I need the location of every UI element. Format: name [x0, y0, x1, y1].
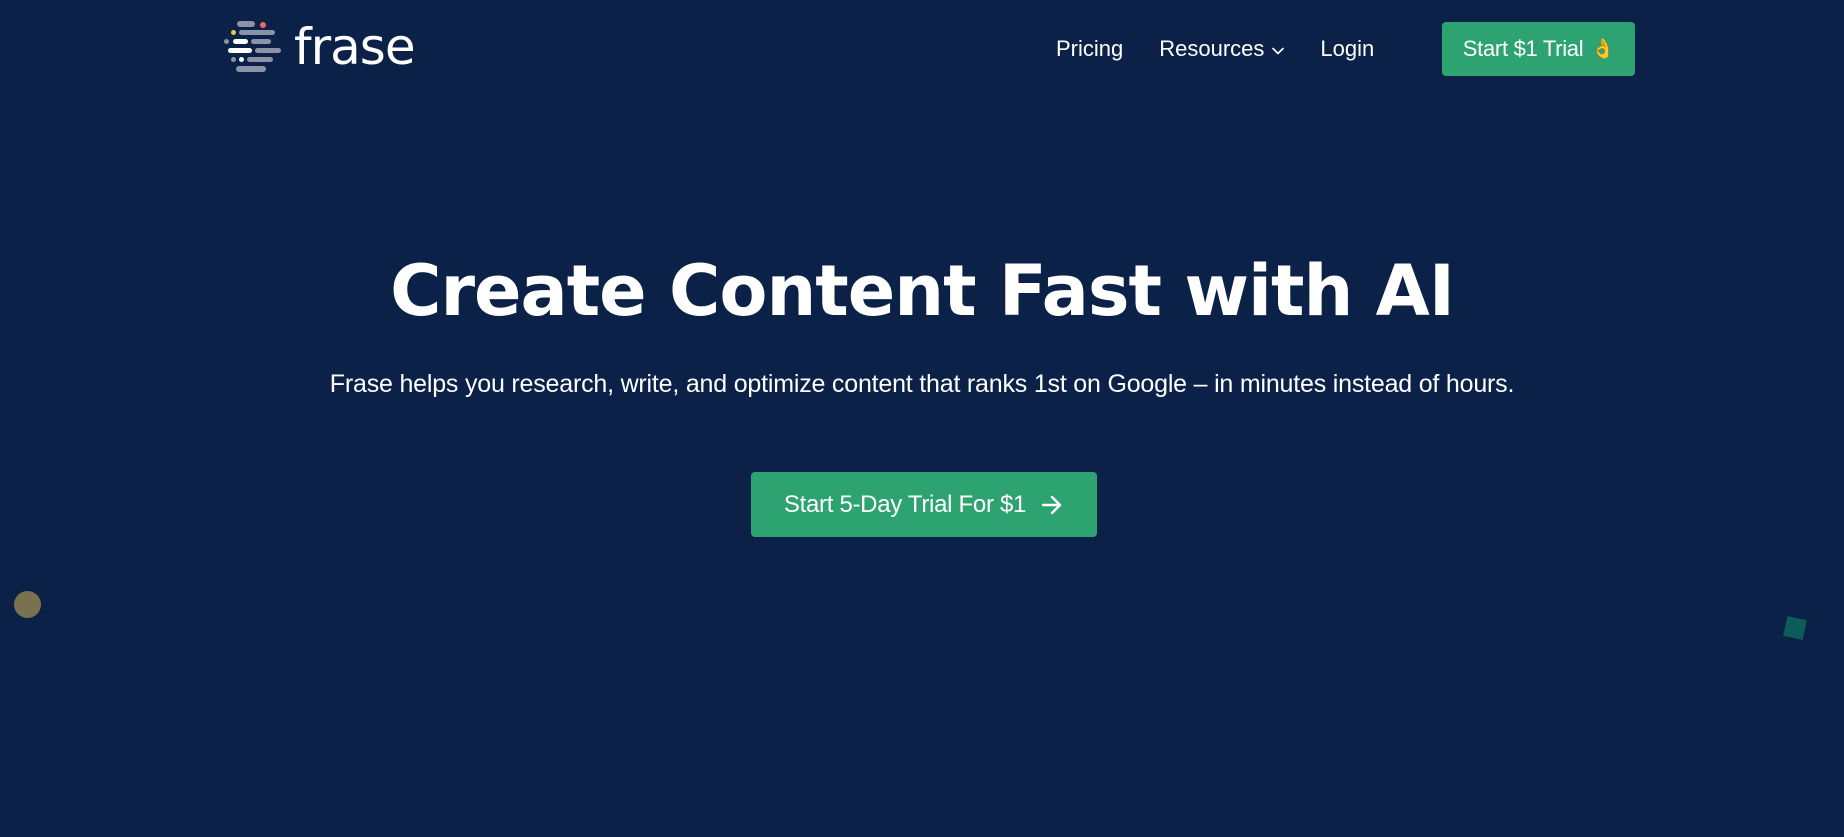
decorative-circle — [14, 591, 41, 618]
nav-resources-dropdown[interactable]: Resources — [1159, 36, 1285, 62]
chevron-down-icon — [1272, 47, 1285, 54]
hero-cta-label: Start 5-Day Trial For $1 — [783, 490, 1027, 518]
start-trial-button[interactable]: Start $1 Trial 👌 — [1442, 22, 1636, 76]
main-nav: Pricing Resources Login Start $1 Trial 👌 — [1056, 22, 1636, 76]
ok-hand-icon: 👌 — [1591, 39, 1615, 60]
nav-pricing-link[interactable]: Pricing — [1056, 36, 1123, 62]
hero-subtitle: Frase helps you research, write, and opt… — [329, 370, 1515, 398]
decorative-square — [1783, 616, 1807, 640]
hero-title: Create Content Fast with AI — [390, 250, 1455, 332]
site-header: frase Pricing Resources Login Start $1 T… — [0, 0, 1844, 100]
start-trial-label: Start $1 Trial — [1462, 36, 1584, 61]
brand-name: frase — [294, 18, 416, 76]
frase-logo-icon — [224, 21, 281, 72]
nav-login-link[interactable]: Login — [1320, 36, 1374, 62]
start-5-day-trial-button[interactable]: Start 5-Day Trial For $1 — [751, 472, 1097, 537]
nav-resources-label: Resources — [1159, 36, 1265, 61]
page: frase Pricing Resources Login Start $1 T… — [0, 0, 1844, 837]
arrow-right-icon — [1041, 495, 1062, 514]
logo-link[interactable]: frase — [222, 18, 416, 80]
